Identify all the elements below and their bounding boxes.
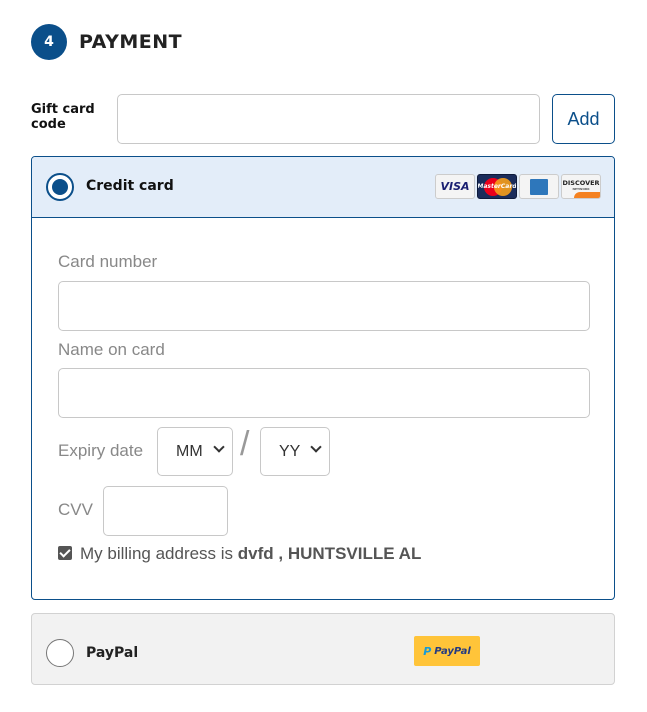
billing-prefix: My billing address is [80,544,234,563]
gift-card-label: Gift card code [31,102,95,132]
card-logos: VISA MasterCard DISCOVER NETWORK [435,174,601,199]
name-on-card-label: Name on card [58,340,165,359]
add-gift-card-button[interactable]: Add [552,94,615,144]
discover-logo-subtext: NETWORK [572,187,590,191]
credit-card-title: Credit card [86,178,174,194]
expiry-separator: / [240,425,250,463]
visa-logo-icon: VISA [435,174,475,199]
amex-logo-icon [519,174,559,199]
credit-card-radio[interactable] [46,173,74,201]
card-number-label: Card number [58,252,158,271]
paypal-radio[interactable] [46,639,74,667]
card-number-input[interactable] [58,281,590,331]
expiry-year-select[interactable]: YY [260,427,330,476]
billing-address: dvfd , HUNTSVILLE AL [237,544,422,563]
step-header: 4 PAYMENT [31,24,182,60]
step-number-badge: 4 [31,24,67,60]
expiry-year-value: YY [279,442,301,460]
mastercard-logo-text: MasterCard [477,183,517,190]
name-on-card-input[interactable] [58,368,590,418]
gift-card-input[interactable] [117,94,540,144]
discover-logo-text: DISCOVER [562,179,600,187]
discover-logo-icon: DISCOVER NETWORK [561,174,601,199]
section-title: PAYMENT [79,31,183,53]
paypal-logo-text: PayPal [434,645,471,657]
paypal-title: PayPal [86,645,139,661]
visa-logo-text: VISA [440,180,470,193]
mastercard-logo-icon: MasterCard [477,174,517,199]
chevron-down-icon [310,441,322,453]
paypal-mark-icon: P [423,644,432,658]
cvv-input[interactable] [103,486,228,536]
paypal-logo-icon: P PayPal [414,636,480,666]
paypal-option[interactable]: PayPal P PayPal [31,613,615,685]
billing-address-text: My billing address is dvfd , HUNTSVILLE … [80,544,421,564]
expiry-month-select[interactable]: MM [157,427,233,476]
credit-card-panel: Credit card VISA MasterCard DISCOVER NET… [31,156,615,600]
credit-card-option[interactable]: Credit card VISA MasterCard DISCOVER NET… [32,157,614,218]
chevron-down-icon [213,441,225,453]
cvv-label: CVV [58,500,93,519]
expiry-month-value: MM [176,442,203,460]
expiry-date-label: Expiry date [58,441,144,460]
billing-address-checkbox[interactable] [58,546,72,560]
